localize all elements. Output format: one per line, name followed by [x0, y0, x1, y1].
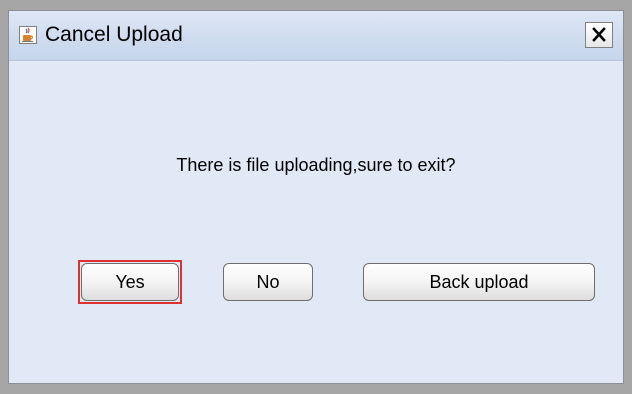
back-upload-button[interactable]: Back upload: [363, 263, 595, 301]
java-cup-icon: [19, 26, 37, 44]
close-icon: [586, 27, 612, 51]
dialog-title: Cancel Upload: [45, 23, 183, 46]
dialog-message: There is file uploading,sure to exit?: [176, 155, 456, 175]
cancel-upload-dialog: Cancel Upload There is file uploading,su…: [8, 10, 624, 384]
close-button[interactable]: [585, 22, 613, 48]
dialog-title-bar[interactable]: Cancel Upload: [9, 11, 623, 61]
yes-button[interactable]: Yes: [81, 263, 179, 301]
screenshot-frame: Cancel Upload There is file uploading,su…: [0, 0, 632, 394]
no-button[interactable]: No: [223, 263, 313, 301]
